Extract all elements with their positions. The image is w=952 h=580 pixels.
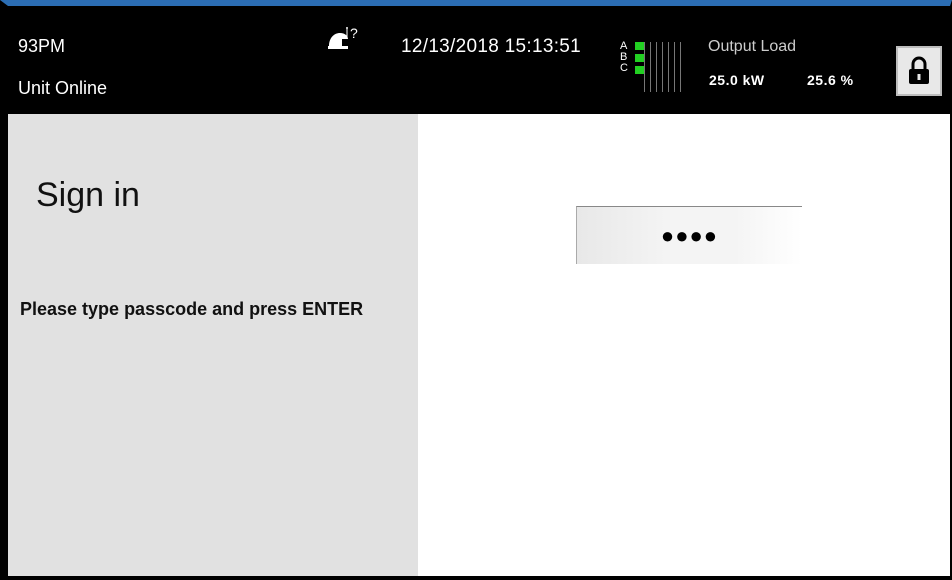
output-load-percent: 25.6 % — [807, 72, 854, 88]
signin-panel: Sign in Please type passcode and press E… — [8, 114, 418, 576]
phase-b-indicator — [635, 54, 644, 62]
phase-label-c: C — [620, 62, 628, 74]
svg-text:?: ? — [350, 25, 358, 41]
unit-status: Unit Online — [18, 78, 108, 98]
phase-c-indicator — [635, 66, 644, 74]
output-load-kw: 25.0 kW — [709, 72, 765, 88]
date-time: 12/13/2018 15:13:51 — [401, 36, 582, 57]
phase-a-indicator — [635, 42, 644, 50]
lock-icon — [909, 56, 929, 84]
output-load-title: Output Load — [708, 38, 797, 55]
signin-instructions: Please type passcode and press ENTER — [20, 299, 364, 319]
load-gauge — [644, 42, 692, 92]
status-header: 93PM Unit Online ? 12/13/2018 15:13:51 A… — [8, 6, 950, 114]
help-icon[interactable]: ? — [326, 24, 360, 54]
phase-indicators — [635, 42, 644, 78]
lock-button[interactable] — [896, 46, 942, 96]
page-title: Sign in — [36, 176, 140, 214]
phase-labels: A B C — [620, 41, 628, 74]
unit-id: 93PM — [18, 36, 66, 56]
passcode-input[interactable]: ●●●● — [576, 206, 802, 264]
